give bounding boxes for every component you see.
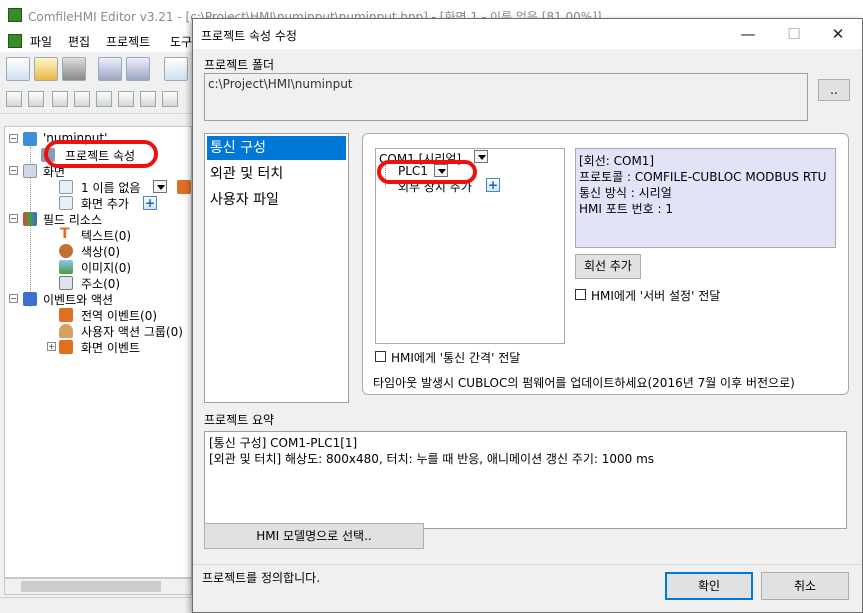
screen-page-icon — [59, 180, 73, 194]
image-label: 이미지(0) — [81, 261, 132, 275]
megaphone-icon[interactable] — [177, 180, 191, 194]
text-label: 텍스트(0) — [81, 229, 132, 243]
add-screen-plus-button[interactable]: + — [143, 196, 157, 210]
project-summary-label: 프로젝트 요약 — [204, 413, 275, 427]
dialog-title: 프로젝트 속성 수정 — [201, 29, 297, 43]
project-properties-dialog: 프로젝트 속성 수정 — ☐ ✕ 프로젝트 폴더 c:\Project\HMI\… — [192, 18, 863, 613]
address-label: 주소(0) — [81, 277, 121, 291]
user-icon — [59, 324, 73, 338]
global-events-label: 전역 이벤트(0) — [81, 309, 158, 323]
menu-project[interactable]: 프로젝트 — [106, 33, 150, 50]
dialog-status-text: 프로젝트를 정의합니다. — [202, 571, 321, 585]
summary-line-2: [외관 및 터치] 해상도: 800x480, 터치: 누를 때 반응, 애니메… — [209, 452, 655, 466]
collapse-icon[interactable]: − — [9, 134, 18, 143]
megaphone-icon — [59, 308, 73, 322]
server-settings-checkbox[interactable] — [575, 289, 586, 300]
editor-status-bar — [0, 597, 200, 613]
nav-item-comm-config[interactable]: 통신 구성 — [207, 136, 346, 160]
info-line-2: 프로토콜 : COMFILE-CUBLOC MODBUS RTU — [579, 170, 827, 184]
browse-folder-button[interactable]: .. — [818, 79, 850, 101]
resources-icon — [23, 212, 37, 226]
project-tree[interactable]: − 'numinput' 프로젝트 속성 − 화면 1 이름 없음 화면 추가 … — [4, 126, 192, 578]
scrollbar-thumb[interactable] — [21, 581, 161, 592]
line-info-box: [회선: COM1] 프로토콜 : COMFILE-CUBLOC MODBUS … — [575, 148, 836, 248]
redo-icon[interactable] — [126, 57, 150, 81]
events-icon — [23, 292, 37, 306]
info-line-3: 통신 방식 : 시리얼 — [579, 186, 672, 200]
annotation-highlight-project-properties — [44, 140, 158, 168]
align-right-icon[interactable] — [28, 91, 44, 107]
image-icon — [59, 260, 73, 274]
undo-icon[interactable] — [98, 57, 122, 81]
align-left-icon[interactable] — [6, 91, 22, 107]
select-by-hmi-model-button[interactable]: HMI 모델명으로 선택.. — [204, 523, 424, 549]
minimize-icon[interactable]: — — [726, 19, 770, 49]
save-icon[interactable] — [62, 57, 86, 81]
add-screen-label: 화면 추가 — [81, 197, 129, 211]
new-file-icon[interactable] — [6, 57, 30, 81]
nav-item-appearance-touch[interactable]: 외관 및 터치 — [207, 162, 346, 186]
comm-interval-checkbox[interactable] — [375, 351, 386, 362]
same-width-icon[interactable] — [140, 91, 156, 107]
megaphone-icon — [59, 340, 73, 354]
cancel-button[interactable]: 취소 — [761, 572, 849, 600]
address-table-icon — [59, 276, 73, 290]
screen1-dropdown[interactable] — [153, 180, 167, 193]
collapse-icon[interactable]: − — [9, 214, 18, 223]
distribute-h-icon[interactable] — [118, 91, 134, 107]
tree-horizontal-scrollbar[interactable] — [4, 578, 192, 595]
firmware-timeout-note: 타임아웃 발생시 CUBLOC의 펌웨어를 업데이트하세요(2016년 7월 이… — [373, 376, 795, 390]
align-top-icon[interactable] — [52, 91, 68, 107]
settings-category-list[interactable]: 통신 구성 외관 및 터치 사용자 파일 — [204, 133, 349, 403]
project-folder-field: c:\Project\HMI\numinput — [204, 73, 808, 121]
editor-menu-bar: 파일 편집 프로젝트 도구 — [0, 30, 200, 52]
dialog-separator — [193, 564, 862, 565]
port-dropdown[interactable] — [474, 150, 488, 163]
open-folder-icon[interactable] — [34, 57, 58, 81]
dialog-title-bar: 프로젝트 속성 수정 — ☐ ✕ — [193, 19, 862, 49]
collapse-icon[interactable]: − — [9, 166, 18, 175]
info-line-1: [회선: COM1] — [579, 154, 655, 168]
server-settings-label: HMI에게 '서버 설정' 전달 — [591, 289, 721, 303]
events-actions-label: 이벤트와 액션 — [43, 293, 114, 307]
expand-icon[interactable]: + — [47, 342, 56, 351]
text-t-icon: T — [60, 226, 70, 242]
nav-item-user-files[interactable]: 사용자 파일 — [207, 188, 346, 212]
comm-interval-label: HMI에게 '통신 간격' 전달 — [391, 351, 521, 365]
cut-icon[interactable] — [164, 57, 188, 81]
palette-icon — [59, 244, 73, 258]
menu-file[interactable]: 파일 — [30, 33, 52, 50]
app-logo-icon — [8, 8, 22, 22]
align-bottom-icon[interactable] — [74, 91, 90, 107]
field-resources-label: 필드 리소스 — [43, 213, 103, 227]
color-label: 색상(0) — [81, 245, 121, 259]
maximize-icon: ☐ — [787, 25, 801, 43]
ok-button[interactable]: 확인 — [665, 572, 753, 600]
add-device-plus-button[interactable]: + — [486, 178, 500, 192]
editor-toolbar-main — [0, 52, 200, 86]
close-icon[interactable]: ✕ — [816, 19, 860, 49]
menu-tools[interactable]: 도구 — [170, 33, 192, 50]
same-height-icon[interactable] — [162, 91, 178, 107]
project-folder-path: c:\Project\HMI\numinput — [208, 77, 353, 91]
project-summary-box: [통신 구성] COM1-PLC1[1] [외관 및 터치] 해상도: 800x… — [204, 431, 847, 529]
menu-app-icon[interactable] — [8, 34, 22, 48]
screen-events-label: 화면 이벤트 — [81, 341, 141, 355]
editor-toolbar-align — [0, 86, 200, 114]
add-screen-icon — [59, 196, 73, 210]
info-line-4: HMI 포트 번호 : 1 — [579, 202, 674, 216]
user-action-groups-label: 사용자 액션 그룹(0) — [81, 325, 183, 339]
annotation-highlight-plc1 — [377, 160, 477, 184]
summary-line-1: [통신 구성] COM1-PLC1[1] — [209, 436, 358, 450]
align-center-icon[interactable] — [96, 91, 112, 107]
project-folder-label: 프로젝트 폴더 — [204, 58, 275, 72]
menu-edit[interactable]: 편집 — [68, 33, 90, 50]
collapse-icon[interactable]: − — [9, 294, 18, 303]
screen1-label: 1 이름 없음 — [81, 181, 141, 195]
project-cube-icon — [23, 132, 37, 146]
screen-icon — [23, 164, 37, 178]
add-line-button[interactable]: 회선 추가 — [575, 254, 641, 279]
comm-config-panel: COM1 [시리얼] PLC1 외부 장치 추가 + [회선: COM1] 프로… — [362, 133, 849, 395]
